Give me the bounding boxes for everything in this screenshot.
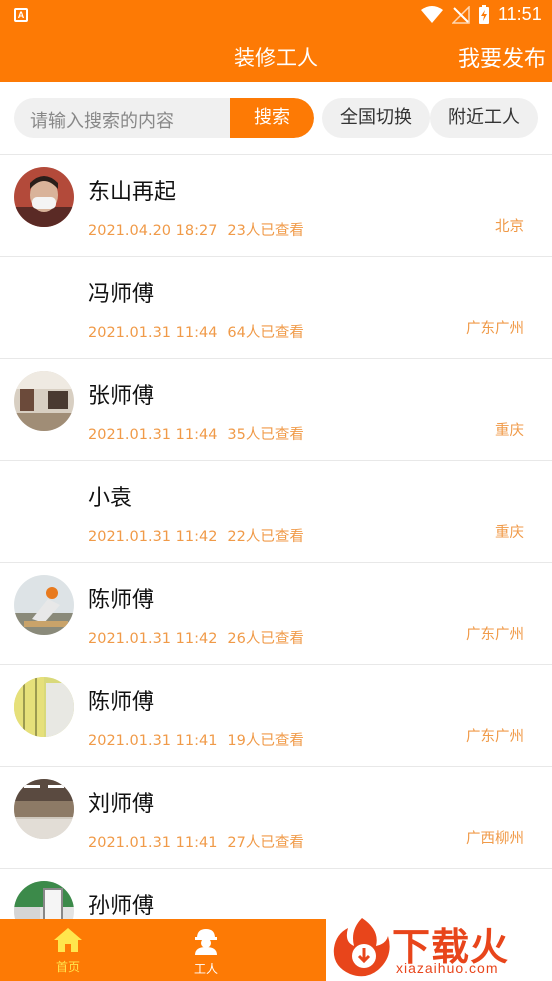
worker-meta: 2021.01.31 11:44 64人已查看 xyxy=(88,321,304,342)
nationwide-switch-button[interactable]: 全国切换 xyxy=(322,98,430,138)
tab-worker-label: 工人 xyxy=(193,962,218,976)
search-button[interactable]: 搜索 xyxy=(230,98,314,138)
post-time: 2021.04.20 18:27 xyxy=(88,223,218,239)
worker-name: 孙师傅 xyxy=(88,894,155,919)
view-count: 26人已查看 xyxy=(227,631,304,647)
avatar xyxy=(14,167,74,227)
avatar xyxy=(14,779,74,839)
worker-city: 广东广州 xyxy=(466,729,524,745)
status-bar: A 11:51 xyxy=(0,0,552,32)
no-signal-icon xyxy=(452,6,470,24)
worker-row[interactable]: 张师傅 2021.01.31 11:44 35人已查看 重庆 xyxy=(0,358,552,460)
search-placeholder: 请输入搜索的内容 xyxy=(30,111,174,132)
watermark-subtitle: xiazaihuo.com xyxy=(396,960,499,976)
avatar xyxy=(14,575,74,635)
view-count: 35人已查看 xyxy=(227,427,304,443)
worker-meta: 2021.01.31 11:42 22人已查看 xyxy=(88,525,304,546)
worker-icon xyxy=(195,929,217,955)
worker-row[interactable]: 陈师傅 2021.01.31 11:41 19人已查看 广东广州 xyxy=(0,664,552,766)
worker-name: 冯师傅 xyxy=(88,282,155,307)
post-time: 2021.01.31 11:41 xyxy=(88,835,218,851)
worker-name: 陈师傅 xyxy=(88,588,155,613)
flame-logo-icon xyxy=(333,918,390,977)
worker-city: 重庆 xyxy=(495,525,524,541)
search-row: 请输入搜索的内容 搜索 全国切换 附近工人 xyxy=(0,82,552,154)
post-time: 2021.01.31 11:44 xyxy=(88,427,218,443)
worker-meta: 2021.04.20 18:27 23人已查看 xyxy=(88,219,304,240)
search-input[interactable]: 请输入搜索的内容 搜索 xyxy=(14,98,314,138)
worker-meta: 2021.01.31 11:41 19人已查看 xyxy=(88,729,304,750)
worker-city: 重庆 xyxy=(495,423,524,439)
post-time: 2021.01.31 11:42 xyxy=(88,529,218,545)
worker-city: 广东广州 xyxy=(466,627,524,643)
worker-row[interactable]: 刘师傅 2021.01.31 11:41 27人已查看 广西柳州 xyxy=(0,766,552,868)
view-count: 19人已查看 xyxy=(227,733,304,749)
wifi-icon xyxy=(421,6,443,23)
worker-row[interactable]: 小袁 2021.01.31 11:42 22人已查看 重庆 xyxy=(0,460,552,562)
post-time: 2021.01.31 11:42 xyxy=(88,631,218,647)
worker-city: 北京 xyxy=(495,219,524,235)
app-notification-icon: A xyxy=(14,8,28,22)
worker-city: 广东广州 xyxy=(466,321,524,337)
view-count: 23人已查看 xyxy=(227,223,304,239)
nearby-workers-button[interactable]: 附近工人 xyxy=(430,98,538,138)
tab-home[interactable]: 首页 xyxy=(28,927,108,975)
title-bar: 装修工人 我要发布 xyxy=(0,32,552,82)
worker-row[interactable]: 陈师傅 2021.01.31 11:42 26人已查看 广东广州 xyxy=(0,562,552,664)
post-time: 2021.01.31 11:41 xyxy=(88,733,218,749)
worker-name: 东山再起 xyxy=(88,180,177,205)
status-time: 11:51 xyxy=(498,4,542,24)
view-count: 64人已查看 xyxy=(227,325,304,341)
worker-name: 陈师傅 xyxy=(88,690,155,715)
avatar xyxy=(14,371,74,431)
avatar xyxy=(14,677,74,737)
worker-city: 广西柳州 xyxy=(466,831,524,847)
home-icon xyxy=(54,928,82,952)
worker-name: 刘师傅 xyxy=(88,792,155,817)
worker-row[interactable]: 冯师傅 2021.01.31 11:44 64人已查看 广东广州 xyxy=(0,256,552,358)
view-count: 22人已查看 xyxy=(227,529,304,545)
battery-charging-icon xyxy=(479,5,489,24)
tab-worker[interactable]: 工人 xyxy=(166,927,246,977)
worker-meta: 2021.01.31 11:44 35人已查看 xyxy=(88,423,304,444)
post-time: 2021.01.31 11:44 xyxy=(88,325,218,341)
view-count: 27人已查看 xyxy=(227,835,304,851)
tab-home-label: 首页 xyxy=(55,960,80,974)
worker-name: 小袁 xyxy=(88,486,133,511)
publish-button[interactable]: 我要发布 xyxy=(458,41,546,73)
worker-meta: 2021.01.31 11:41 27人已查看 xyxy=(88,831,304,852)
worker-row[interactable]: 东山再起 2021.04.20 18:27 23人已查看 北京 xyxy=(0,154,552,256)
watermark-logo: 下载火 xiazaihuo.com xyxy=(326,912,552,981)
worker-name: 张师傅 xyxy=(88,384,155,409)
worker-meta: 2021.01.31 11:42 26人已查看 xyxy=(88,627,304,648)
